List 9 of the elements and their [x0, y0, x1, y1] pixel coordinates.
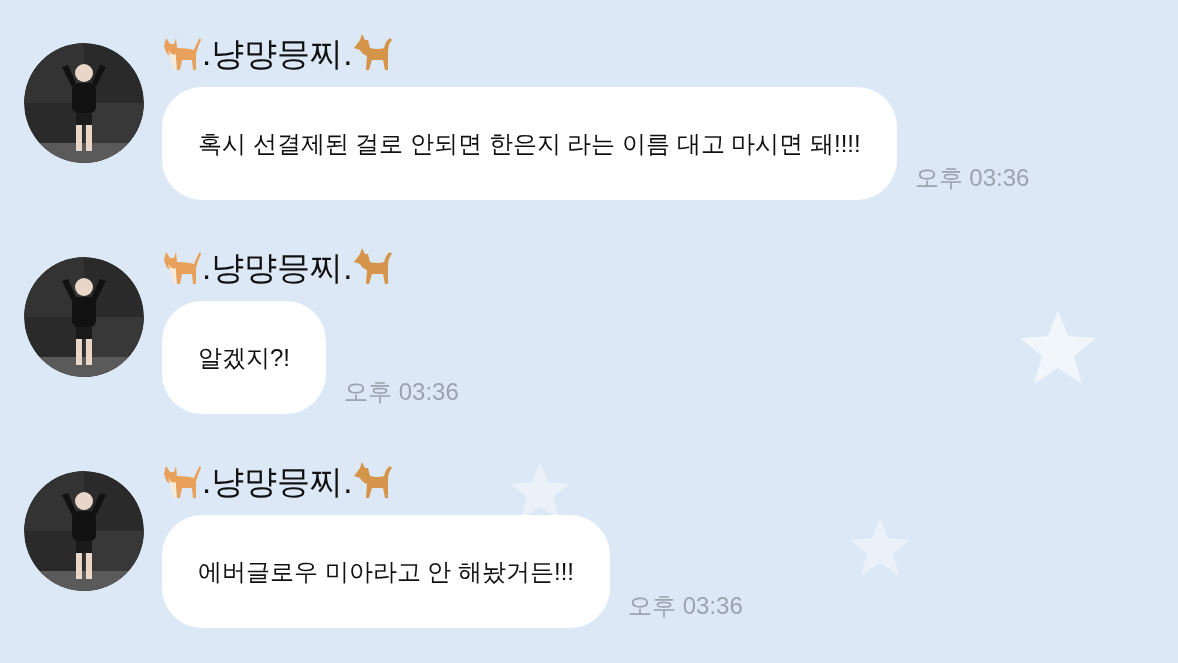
sender-name: .냥먕믕찌.: [202, 464, 353, 498]
message-time: 오후 03:36: [914, 163, 1030, 193]
message-bubble: 알겠지?!: [162, 301, 326, 414]
message-bubble: 혹시 선결제된 걸로 안되면 한은지 라는 이름 대고 마시면 돼!!!!: [162, 87, 897, 200]
message-time: 오후 03:36: [344, 377, 459, 407]
sender-name: .냥먕믕찌.: [202, 36, 353, 70]
message-time: 오후 03:36: [628, 591, 743, 621]
message-bubble: 에버글로우 미아라고 안 해놨거든!!!: [162, 515, 610, 628]
sender-name: .냥먕믕찌.: [202, 250, 353, 284]
